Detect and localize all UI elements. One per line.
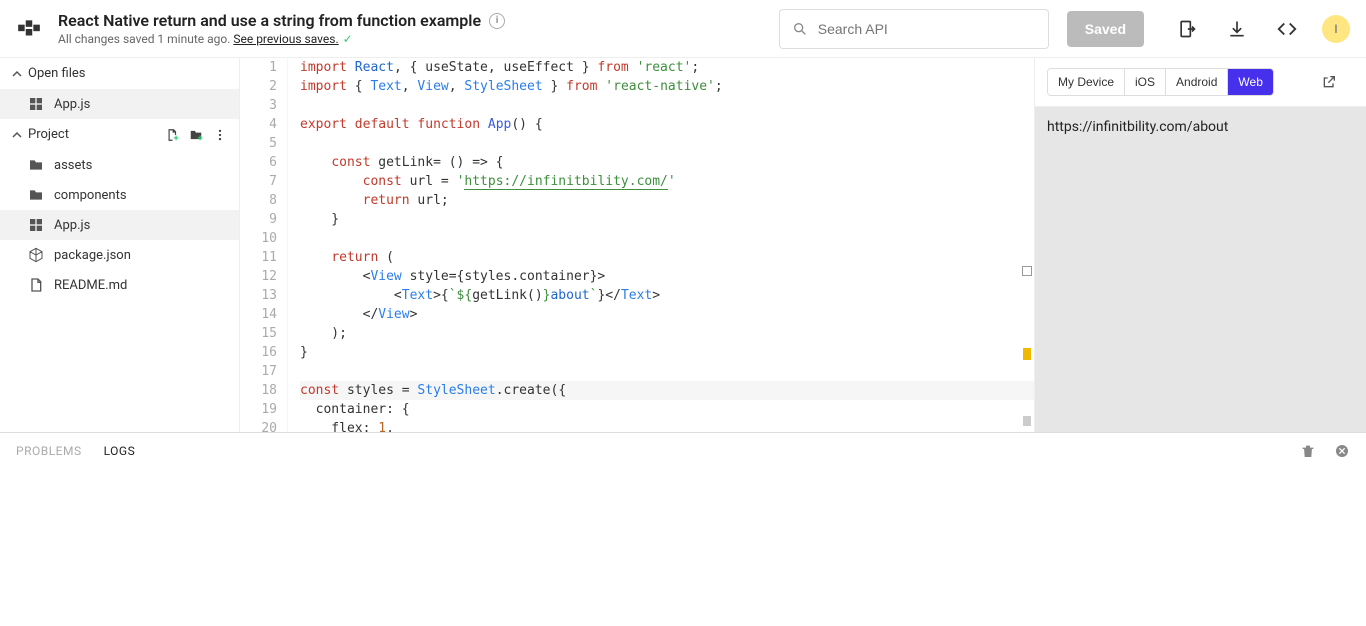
search-icon	[792, 21, 808, 37]
folder-icon	[28, 157, 44, 173]
preview-output: https://infinitbility.com/about	[1035, 107, 1366, 432]
sidebar: Open files App.js Project assets componen…	[0, 58, 240, 432]
file-label: package.json	[54, 248, 131, 263]
snack-logo[interactable]	[16, 16, 42, 42]
line-gutter: 1234567891011121314151617181920	[240, 58, 288, 432]
file-label: App.js	[54, 97, 90, 112]
search-api-box[interactable]	[779, 9, 1049, 49]
file-label: App.js	[54, 218, 90, 233]
export-icon[interactable]	[1176, 18, 1198, 40]
check-icon: ✓	[343, 32, 353, 46]
page-title: React Native return and use a string fro…	[58, 11, 505, 30]
chevron-up-icon	[12, 69, 22, 79]
project-item[interactable]: package.json	[0, 240, 239, 270]
js-icon	[28, 96, 44, 112]
previous-saves-link[interactable]: See previous saves.	[233, 32, 338, 46]
js-icon	[28, 217, 44, 233]
minimap[interactable]	[1020, 58, 1034, 432]
avatar[interactable]: I	[1322, 15, 1350, 43]
info-icon[interactable]: i	[489, 13, 505, 29]
console-tab-logs[interactable]: LOGS	[104, 444, 136, 458]
preview-panel: My DeviceiOSAndroidWeb https://infinitbi…	[1034, 58, 1366, 432]
search-input[interactable]	[818, 21, 1036, 37]
preview-tab-android[interactable]: Android	[1166, 69, 1228, 95]
file-label: components	[54, 188, 127, 203]
open-files-header[interactable]: Open files	[0, 58, 239, 89]
md-icon	[28, 277, 44, 293]
package-icon	[28, 247, 44, 263]
embed-icon[interactable]	[1276, 18, 1298, 40]
project-item[interactable]: components	[0, 180, 239, 210]
open-file-item[interactable]: App.js	[0, 89, 239, 119]
console-tab-problems[interactable]: PROBLEMS	[16, 444, 82, 458]
saved-button[interactable]: Saved	[1067, 11, 1144, 47]
project-header[interactable]: Project	[0, 119, 239, 150]
code-editor[interactable]: 1234567891011121314151617181920 import R…	[240, 58, 1034, 432]
download-icon[interactable]	[1226, 18, 1248, 40]
new-file-icon[interactable]	[165, 128, 179, 142]
chevron-up-icon	[12, 130, 22, 140]
more-icon[interactable]	[213, 128, 227, 142]
save-status: All changes saved 1 minute ago. See prev…	[58, 32, 505, 46]
new-folder-icon[interactable]	[189, 128, 203, 142]
console-panel: PROBLEMS LOGS	[0, 432, 1366, 626]
preview-tabs: My DeviceiOSAndroidWeb	[1047, 68, 1274, 96]
preview-tab-web[interactable]: Web	[1228, 69, 1272, 95]
file-label: README.md	[54, 278, 127, 293]
project-item[interactable]: README.md	[0, 270, 239, 300]
project-item[interactable]: App.js	[0, 210, 239, 240]
project-item[interactable]: assets	[0, 150, 239, 180]
popout-icon[interactable]	[1318, 71, 1340, 93]
trash-icon[interactable]	[1300, 443, 1316, 459]
close-icon[interactable]	[1334, 443, 1350, 459]
preview-tab-my-device[interactable]: My Device	[1048, 69, 1125, 95]
file-label: assets	[54, 158, 92, 173]
folder-icon	[28, 187, 44, 203]
preview-tab-ios[interactable]: iOS	[1125, 69, 1166, 95]
